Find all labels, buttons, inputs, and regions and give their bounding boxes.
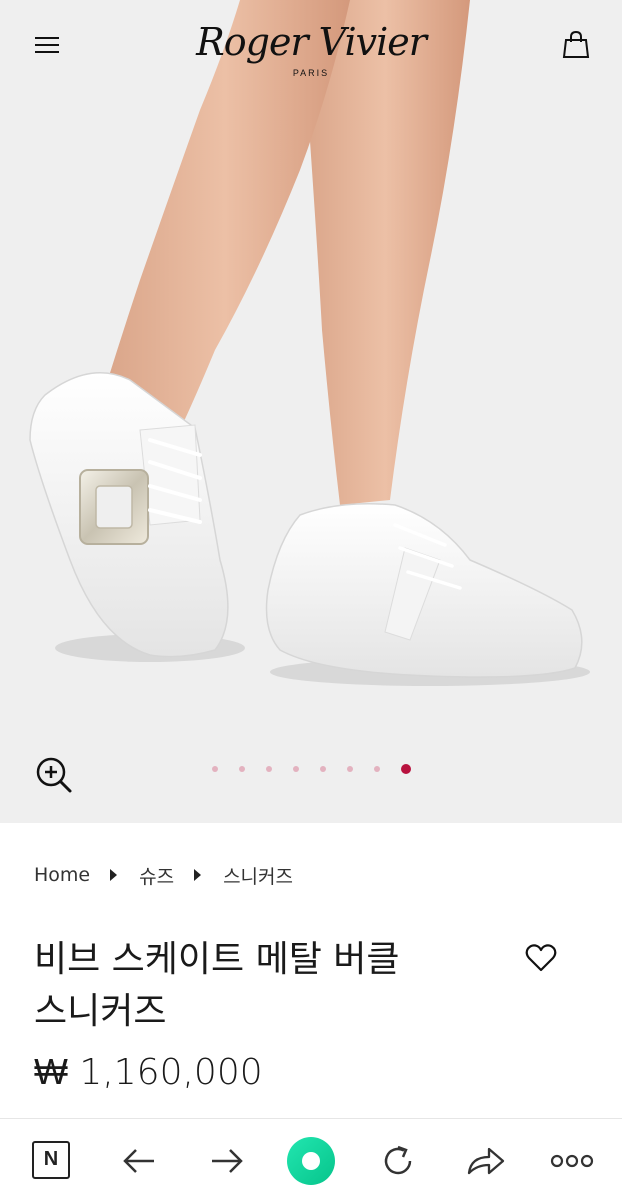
product-title-line2: 스니커즈 xyxy=(34,991,167,1032)
wishlist-heart-icon[interactable] xyxy=(524,942,558,974)
gallery-dot[interactable] xyxy=(374,766,380,772)
breadcrumb-home[interactable]: Home xyxy=(34,864,90,886)
shopping-bag-icon[interactable] xyxy=(562,30,590,60)
more-options-icon[interactable] xyxy=(549,1139,595,1183)
product-photo xyxy=(29,0,590,686)
naver-home-icon[interactable]: N xyxy=(32,1141,70,1179)
product-image-gallery[interactable]: Roger Vivier PARIS xyxy=(0,0,622,823)
breadcrumb: Home 슈즈 스니커즈 xyxy=(34,860,293,890)
hamburger-menu-icon[interactable] xyxy=(33,33,61,57)
product-title-line1: 비브 스케이트 메탈 버클 xyxy=(34,939,400,980)
caret-right-icon xyxy=(194,869,202,881)
gallery-dot[interactable] xyxy=(239,766,245,772)
gallery-dot[interactable] xyxy=(212,766,218,772)
caret-right-icon xyxy=(110,869,118,881)
zoom-in-icon[interactable] xyxy=(34,755,74,795)
product-title: 비브 스케이트 메탈 버클 스니커즈 xyxy=(34,934,484,1038)
gallery-dot[interactable] xyxy=(320,766,326,772)
brand-logo[interactable]: Roger Vivier PARIS xyxy=(196,12,427,90)
browser-bottom-bar: N xyxy=(0,1118,622,1200)
brand-logo-script: Roger Vivier xyxy=(196,20,427,64)
breadcrumb-sneakers[interactable]: 스니커즈 xyxy=(223,862,293,889)
back-arrow-icon[interactable] xyxy=(118,1139,162,1183)
refresh-icon[interactable] xyxy=(376,1139,420,1183)
forward-arrow-icon[interactable] xyxy=(204,1139,248,1183)
gallery-dot[interactable] xyxy=(293,766,299,772)
product-price: ₩ 1,160,000 xyxy=(34,1052,263,1093)
site-header: Roger Vivier PARIS xyxy=(0,0,622,100)
gallery-pagination xyxy=(212,762,411,776)
gallery-dot[interactable] xyxy=(266,766,272,772)
breadcrumb-shoes[interactable]: 슈즈 xyxy=(139,862,174,889)
green-home-circle-icon[interactable] xyxy=(285,1135,337,1187)
gallery-dot[interactable] xyxy=(347,766,353,772)
share-icon[interactable] xyxy=(463,1139,507,1183)
gallery-dot-active[interactable] xyxy=(401,764,411,774)
